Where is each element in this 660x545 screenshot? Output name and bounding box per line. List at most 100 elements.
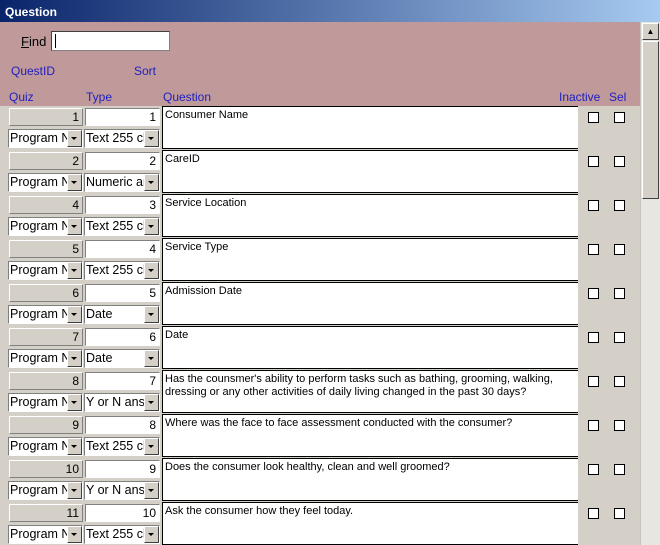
sel-checkbox[interactable] (614, 332, 625, 343)
question-id-field[interactable]: 6 (85, 328, 160, 346)
type-combo[interactable]: Numeric answer (84, 173, 160, 192)
question-text-field[interactable]: Consumer Name (162, 106, 578, 149)
type-combo[interactable]: Y or N answer (84, 393, 160, 412)
question-id-field[interactable]: 5 (85, 284, 160, 302)
inactive-checkbox[interactable] (588, 200, 599, 211)
dropdown-arrow-icon[interactable] (67, 526, 82, 543)
quiz-combo[interactable]: Program Name (8, 437, 83, 456)
dropdown-arrow-icon[interactable] (67, 482, 82, 499)
inactive-checkbox[interactable] (588, 288, 599, 299)
dropdown-arrow-icon[interactable] (67, 438, 82, 455)
sel-checkbox[interactable] (614, 244, 625, 255)
quiz-combo[interactable]: Program Name (8, 349, 83, 368)
question-column-header: Question (163, 90, 212, 104)
dropdown-arrow-icon[interactable] (144, 482, 159, 499)
quiz-id-field[interactable]: 11 (9, 504, 83, 522)
dropdown-arrow-icon[interactable] (144, 218, 159, 235)
quiz-combo[interactable]: Program Name (8, 481, 83, 500)
find-input[interactable] (51, 31, 170, 51)
dropdown-arrow-icon[interactable] (144, 306, 159, 323)
quiz-id-field[interactable]: 10 (9, 460, 83, 478)
type-combo[interactable]: Text 255 characters (84, 525, 160, 544)
scroll-thumb[interactable] (642, 41, 659, 199)
dropdown-arrow-icon[interactable] (144, 438, 159, 455)
question-id-field[interactable]: 7 (85, 372, 160, 390)
inactive-checkbox[interactable] (588, 156, 599, 167)
sel-checkbox[interactable] (614, 508, 625, 519)
sel-checkbox[interactable] (614, 288, 625, 299)
quiz-id-field[interactable]: 5 (9, 240, 83, 258)
question-text-field[interactable]: Has the counsmer's ability to perform ta… (162, 370, 578, 413)
quiz-combo[interactable]: Program Name (8, 261, 83, 280)
quiz-combo[interactable]: Program Name (8, 525, 83, 544)
sel-checkbox[interactable] (614, 464, 625, 475)
question-id-field[interactable]: 3 (85, 196, 160, 214)
inactive-checkbox[interactable] (588, 244, 599, 255)
question-text-field[interactable]: Does the consumer look healthy, clean an… (162, 458, 578, 501)
type-combo[interactable]: Text 255 characters (84, 437, 160, 456)
type-combo[interactable]: Text 255 characters (84, 217, 160, 236)
quiz-combo[interactable]: Program Name (8, 305, 83, 324)
quiz-id-field[interactable]: 2 (9, 152, 83, 170)
question-id-field[interactable]: 10 (85, 504, 160, 522)
question-id-field[interactable]: 1 (85, 108, 160, 126)
scroll-up-icon[interactable]: ▲ (642, 23, 659, 40)
dropdown-arrow-icon[interactable] (67, 306, 82, 323)
sel-checkbox[interactable] (614, 156, 625, 167)
quiz-id-field[interactable]: 7 (9, 328, 83, 346)
question-id-field[interactable]: 8 (85, 416, 160, 434)
dropdown-arrow-icon[interactable] (67, 262, 82, 279)
record-row: 10 9 Program Name Y or N answer Does the… (0, 458, 640, 502)
quiz-combo[interactable]: Program Name (8, 393, 83, 412)
question-text-field[interactable]: Ask the consumer how they feel today. (162, 502, 578, 545)
quiz-combo[interactable]: Program Name (8, 217, 83, 236)
question-text-field[interactable]: CareID (162, 150, 578, 193)
sel-checkbox[interactable] (614, 112, 625, 123)
vertical-scrollbar[interactable]: ▲ (640, 22, 660, 545)
window-title: Question (0, 0, 660, 22)
dropdown-arrow-icon[interactable] (144, 130, 159, 147)
quiz-combo[interactable]: Program Name (8, 173, 83, 192)
dropdown-arrow-icon[interactable] (67, 394, 82, 411)
question-id-field[interactable]: 2 (85, 152, 160, 170)
dropdown-arrow-icon[interactable] (67, 130, 82, 147)
quiz-id-field[interactable]: 6 (9, 284, 83, 302)
question-text-field[interactable]: Date (162, 326, 578, 369)
dropdown-arrow-icon[interactable] (67, 174, 82, 191)
type-combo[interactable]: Text 255 characters (84, 261, 160, 280)
sort-label[interactable]: Sort (134, 64, 156, 78)
dropdown-arrow-icon[interactable] (67, 350, 82, 367)
question-text-field[interactable]: Where was the face to face assessment co… (162, 414, 578, 457)
question-text-field[interactable]: Service Type (162, 238, 578, 281)
inactive-checkbox[interactable] (588, 508, 599, 519)
quiz-id-field[interactable]: 4 (9, 196, 83, 214)
question-text-field[interactable]: Admission Date (162, 282, 578, 325)
type-combo[interactable]: Date (84, 349, 160, 368)
dropdown-arrow-icon[interactable] (144, 262, 159, 279)
type-combo[interactable]: Date (84, 305, 160, 324)
inactive-checkbox[interactable] (588, 464, 599, 475)
type-column-header: Type (86, 90, 113, 104)
dropdown-arrow-icon[interactable] (144, 394, 159, 411)
type-combo[interactable]: Text 255 characters (84, 129, 160, 148)
sel-checkbox[interactable] (614, 200, 625, 211)
sel-checkbox[interactable] (614, 420, 625, 431)
dropdown-arrow-icon[interactable] (67, 218, 82, 235)
question-id-field[interactable]: 9 (85, 460, 160, 478)
dropdown-arrow-icon[interactable] (144, 174, 159, 191)
type-combo[interactable]: Y or N answer (84, 481, 160, 500)
quiz-combo[interactable]: Program Name (8, 129, 83, 148)
dropdown-arrow-icon[interactable] (144, 526, 159, 543)
sel-checkbox[interactable] (614, 376, 625, 387)
question-id-field[interactable]: 4 (85, 240, 160, 258)
inactive-checkbox[interactable] (588, 420, 599, 431)
inactive-checkbox[interactable] (588, 332, 599, 343)
quiz-id-field[interactable]: 9 (9, 416, 83, 434)
question-text-field[interactable]: Service Location (162, 194, 578, 237)
record-row: 4 3 Program Name Text 255 characters Ser… (0, 194, 640, 238)
dropdown-arrow-icon[interactable] (144, 350, 159, 367)
inactive-checkbox[interactable] (588, 112, 599, 123)
inactive-checkbox[interactable] (588, 376, 599, 387)
quiz-id-field[interactable]: 1 (9, 108, 83, 126)
quiz-id-field[interactable]: 8 (9, 372, 83, 390)
